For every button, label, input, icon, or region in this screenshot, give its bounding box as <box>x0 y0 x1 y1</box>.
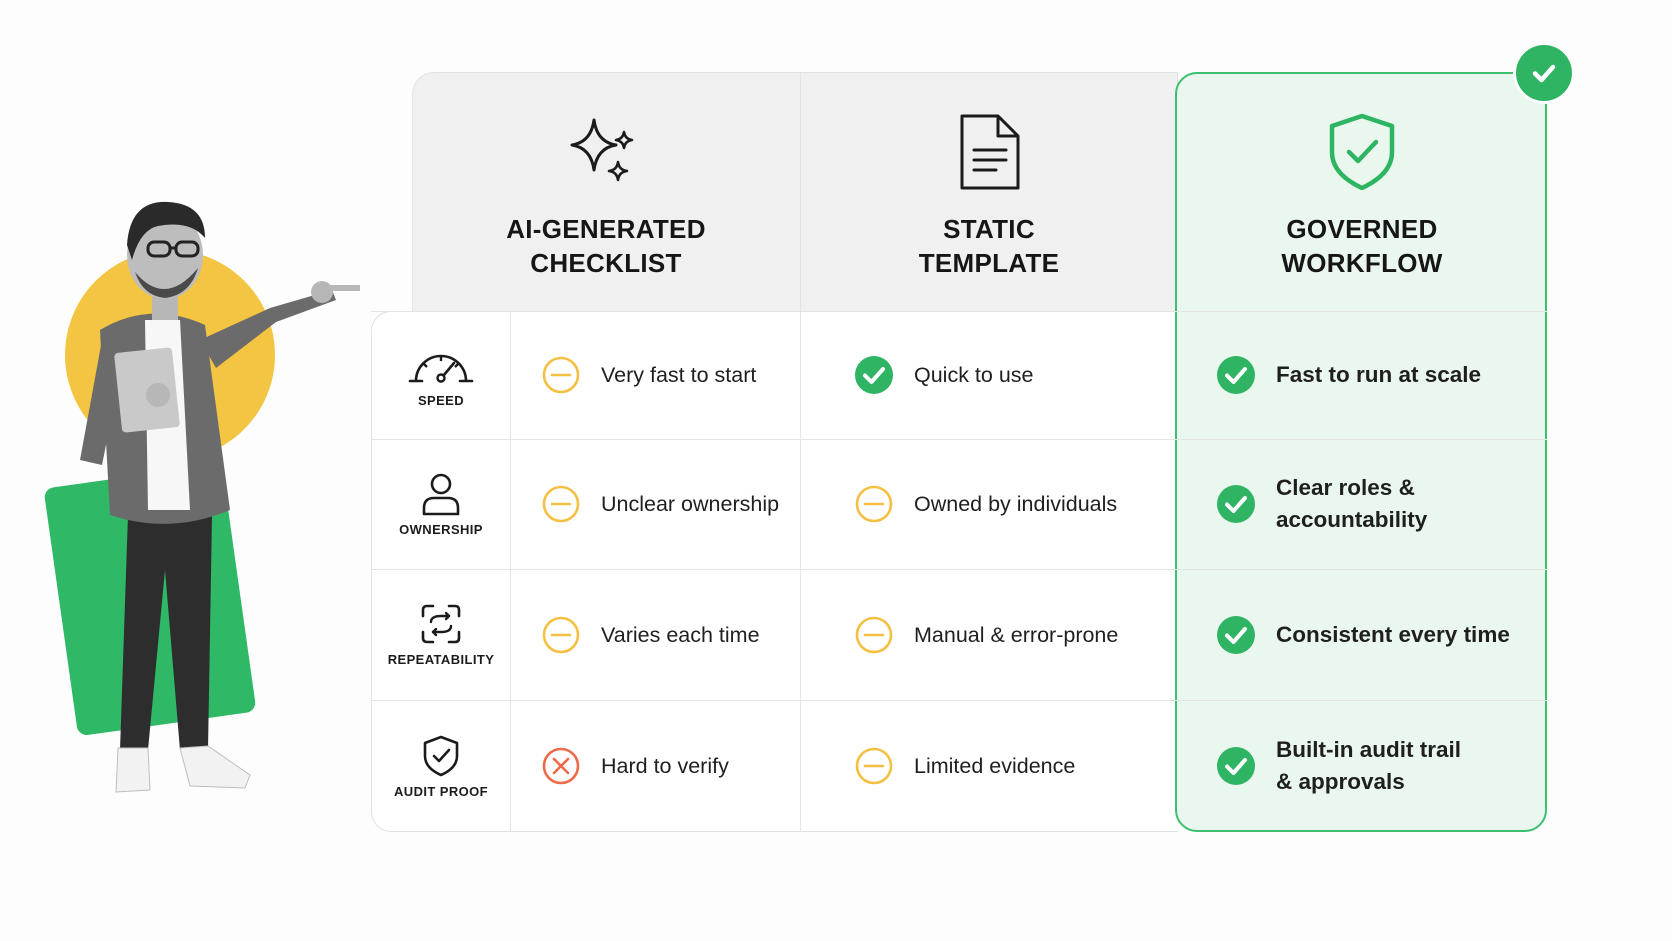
cell-text: Built-in audit trail & approvals <box>1276 737 1461 794</box>
cell-text: Clear roles & accountability <box>1276 475 1428 532</box>
cell-text: Consistent every time <box>1276 621 1510 647</box>
criterion-cell: SPEED <box>371 311 511 439</box>
cell-text: Owned by individuals <box>914 492 1118 516</box>
positive-check-icon <box>1216 746 1256 786</box>
table-row-repeatability: REPEATABILITY Varies each time Manual & … <box>371 569 1547 700</box>
ai-cell: Varies each time <box>541 569 831 700</box>
positive-check-icon <box>854 355 894 395</box>
neutral-dash-icon <box>854 484 894 524</box>
positive-check-icon <box>1216 484 1256 524</box>
ai-cell: Unclear ownership <box>541 439 831 569</box>
static-cell: Quick to use <box>854 311 1174 439</box>
static-cell: Owned by individuals <box>854 439 1174 569</box>
governed-cell: Built-in audit trail & approvals <box>1216 700 1536 832</box>
column-header-ai-checklist: AI-GENERATED CHECKLIST <box>412 72 800 312</box>
cell-text: Hard to verify <box>601 754 729 778</box>
speedometer-icon <box>408 343 474 387</box>
column-title: STATIC TEMPLATE <box>918 214 1060 278</box>
shield-check-icon <box>1326 112 1398 192</box>
sparkles-icon <box>566 112 646 192</box>
recommended-check-badge <box>1516 45 1572 101</box>
column-title: GOVERNED WORKFLOW <box>1281 214 1443 278</box>
criterion-cell: AUDIT PROOF <box>371 700 511 832</box>
neutral-dash-icon <box>541 484 581 524</box>
static-cell: Manual & error-prone <box>854 569 1174 700</box>
column-title: AI-GENERATED CHECKLIST <box>506 214 706 278</box>
table-row-ownership: OWNERSHIP Unclear ownership Owned by ind… <box>371 439 1547 569</box>
cell-text: Limited evidence <box>914 754 1076 778</box>
criterion-cell: OWNERSHIP <box>371 439 511 569</box>
criterion-cell: REPEATABILITY <box>371 569 511 700</box>
cell-text: Unclear ownership <box>601 492 780 516</box>
person-illustration <box>40 190 360 870</box>
cell-text: Fast to run at scale <box>1276 362 1482 387</box>
governed-cell: Fast to run at scale <box>1216 311 1536 439</box>
document-icon <box>954 112 1024 192</box>
shield-check-small-icon <box>421 734 461 778</box>
neutral-dash-icon <box>541 355 581 395</box>
cell-text: Manual & error-prone <box>914 622 1119 647</box>
criterion-label: SPEED <box>417 392 465 408</box>
neutral-dash-icon <box>854 746 894 786</box>
criterion-label: OWNERSHIP <box>399 521 483 537</box>
positive-check-icon <box>1216 615 1256 655</box>
neutral-dash-icon <box>854 615 894 655</box>
positive-check-icon <box>1216 355 1256 395</box>
table-row-speed: SPEED Very fast to start Quick to use Fa… <box>371 311 1547 439</box>
static-cell: Limited evidence <box>854 700 1174 832</box>
table-row-audit-proof: AUDIT PROOF Hard to verify Limited evide… <box>371 700 1547 832</box>
ai-cell: Very fast to start <box>541 311 831 439</box>
column-header-static-template: STATIC TEMPLATE <box>800 72 1178 312</box>
criterion-label: AUDIT PROOF <box>394 783 488 799</box>
cell-text: Very fast to start <box>601 363 757 387</box>
column-header-governed-workflow: GOVERNED WORKFLOW <box>1178 72 1546 312</box>
cell-text: Quick to use <box>914 363 1034 387</box>
check-icon <box>1532 64 1556 83</box>
cell-text: Varies each time <box>601 622 760 647</box>
criterion-label: REPEATABILITY <box>387 652 495 667</box>
repeat-frame-icon <box>419 602 463 646</box>
neutral-dash-icon <box>541 615 581 655</box>
negative-x-icon <box>541 746 581 786</box>
governed-cell: Clear roles & accountability <box>1216 439 1536 569</box>
person-icon <box>419 472 463 516</box>
governed-cell: Consistent every time <box>1216 569 1536 700</box>
ai-cell: Hard to verify <box>541 700 831 832</box>
